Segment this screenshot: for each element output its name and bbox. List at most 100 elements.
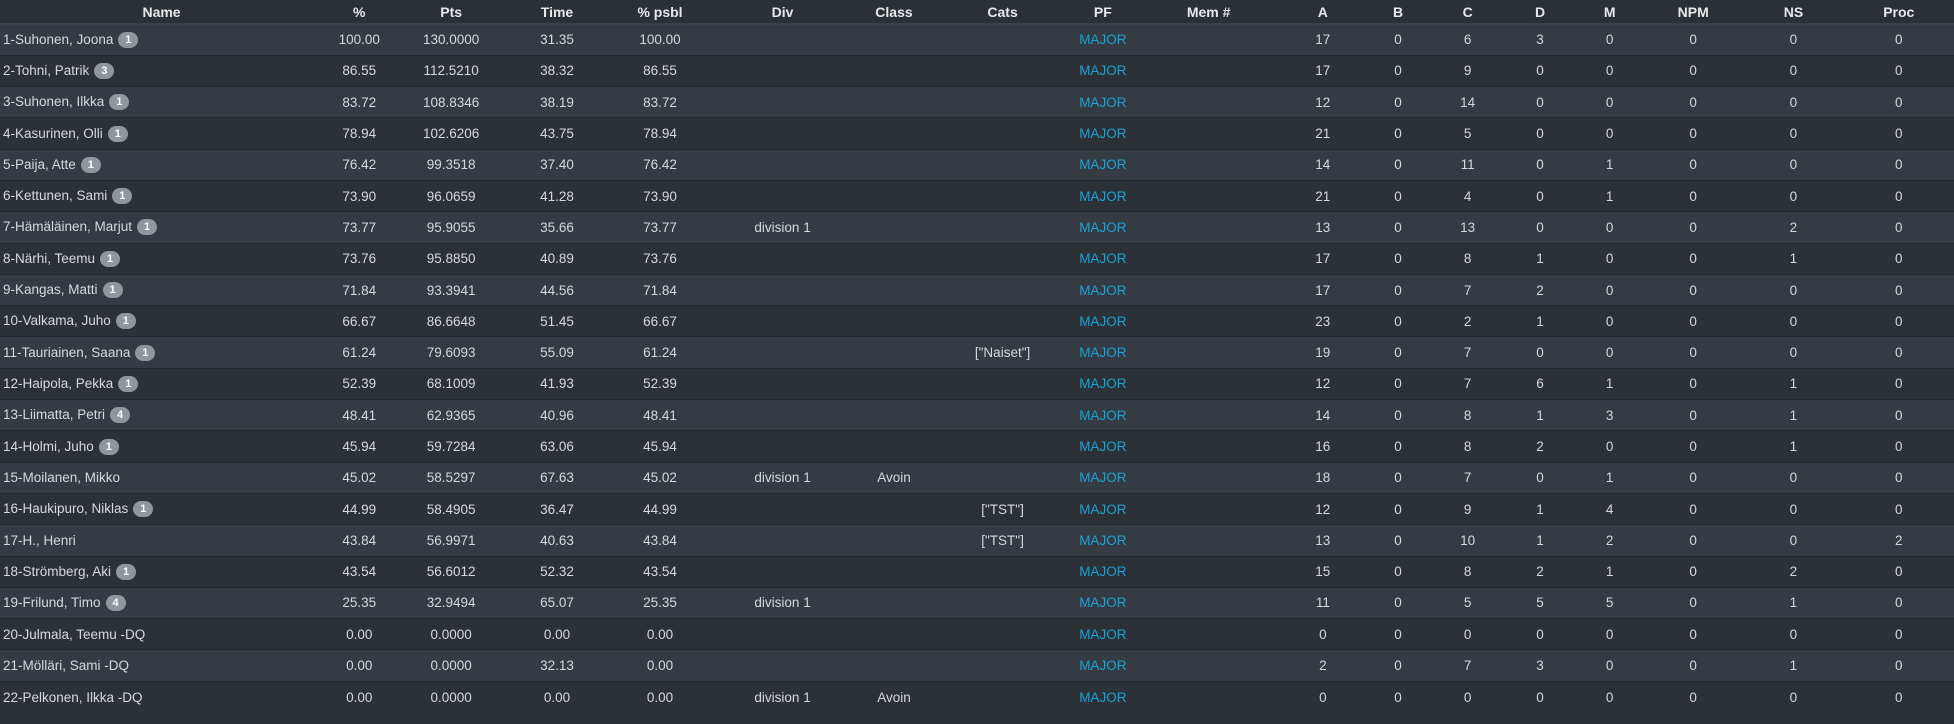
power-factor-link[interactable]: MAJOR <box>1069 524 1137 557</box>
points-cell: 96.0659 <box>395 179 507 212</box>
column-header-name[interactable]: Name <box>0 0 324 25</box>
competitor-name[interactable]: 21-Mölläri, Sami -DQ <box>3 658 129 673</box>
competitor-name[interactable]: 2-Tohni, Patrik <box>3 63 89 78</box>
class-cell <box>852 305 936 337</box>
table-row[interactable]: 1-Suhonen, Joona 1 100.00 130.0000 31.35 100.… <box>0 23 1954 56</box>
table-row[interactable]: 3-Suhonen, Ilkka 1 83.72 108.8346 38.19 83.72… <box>0 86 1954 118</box>
competitor-name[interactable]: 18-Strömberg, Aki <box>3 564 111 579</box>
competitor-name[interactable]: 20-Julmala, Teemu -DQ <box>3 627 145 642</box>
column-header-pf[interactable]: PF <box>1069 0 1137 25</box>
power-factor-link[interactable]: MAJOR <box>1069 273 1137 306</box>
count-badge: 1 <box>115 313 136 330</box>
column-header-a[interactable]: A <box>1281 0 1365 25</box>
column-header-m[interactable]: M <box>1576 0 1644 25</box>
competitor-name[interactable]: 15-Moilanen, Mikko <box>3 470 120 485</box>
class-cell <box>852 148 936 181</box>
power-factor-link[interactable]: MAJOR <box>1069 117 1137 150</box>
column-header-npm[interactable]: NPM <box>1643 0 1744 25</box>
categories-cell <box>935 461 1070 494</box>
column-header-ns[interactable]: NS <box>1743 0 1844 25</box>
competitor-name[interactable]: 3-Suhonen, Ilkka <box>3 94 104 109</box>
member-number-cell <box>1136 492 1282 525</box>
power-factor-link[interactable]: MAJOR <box>1069 618 1137 650</box>
table-row[interactable]: 2-Tohni, Patrik 3 86.55 112.5210 38.32 86.55 M… <box>0 54 1954 87</box>
power-factor-link[interactable]: MAJOR <box>1069 586 1137 619</box>
no-shoots-cell: 0 <box>1743 680 1844 713</box>
competitor-name[interactable]: 13-Liimatta, Petri <box>3 407 105 422</box>
table-row[interactable]: 12-Haipola, Pekka 1 52.39 68.1009 41.93 52.39… <box>0 367 1954 400</box>
table-row[interactable]: 13-Liimatta, Petri 4 48.41 62.9365 40.96 48.4… <box>0 399 1954 431</box>
power-factor-link[interactable]: MAJOR <box>1069 211 1137 244</box>
power-factor-link[interactable]: MAJOR <box>1069 399 1137 431</box>
column-header-time[interactable]: Time <box>506 0 608 25</box>
table-row[interactable]: 11-Tauriainen, Saana 1 61.24 79.6093 55.09 61… <box>0 336 1954 369</box>
power-factor-link[interactable]: MAJOR <box>1069 148 1137 181</box>
column-header-class[interactable]: Class <box>852 0 936 25</box>
column-header-[interactable]: % <box>323 0 396 25</box>
competitor-name[interactable]: 22-Pelkonen, Ilkka -DQ <box>3 690 143 705</box>
column-header-mem[interactable]: Mem # <box>1136 0 1282 25</box>
competitor-name[interactable]: 19-Frilund, Timo <box>3 595 101 610</box>
power-factor-link[interactable]: MAJOR <box>1069 23 1137 56</box>
competitor-name[interactable]: 7-Hämäläinen, Marjut <box>3 219 132 234</box>
competitor-name[interactable]: 8-Närhi, Teemu <box>3 251 95 266</box>
power-factor-link[interactable]: MAJOR <box>1069 336 1137 369</box>
competitor-name[interactable]: 16-Haukipuro, Niklas <box>3 501 128 516</box>
class-cell <box>852 430 936 463</box>
power-factor-link[interactable]: MAJOR <box>1069 305 1137 337</box>
power-factor-link[interactable]: MAJOR <box>1069 555 1137 588</box>
table-row[interactable]: 17-H., Henri 43.84 56.9971 40.63 43.84 ["TST"… <box>0 524 1954 557</box>
column-header-psbl[interactable]: % psbl <box>607 0 713 25</box>
competitor-name[interactable]: 10-Valkama, Juho <box>3 313 111 328</box>
percent-cell: 43.54 <box>323 555 396 588</box>
power-factor-link[interactable]: MAJOR <box>1069 367 1137 400</box>
competitor-name[interactable]: 9-Kangas, Matti <box>3 282 98 297</box>
table-row[interactable]: 21-Mölläri, Sami -DQ 0.00 0.0000 32.13 0.00 M… <box>0 649 1954 682</box>
power-factor-link[interactable]: MAJOR <box>1069 649 1137 682</box>
power-factor-link[interactable]: MAJOR <box>1069 680 1137 713</box>
table-row[interactable]: 6-Kettunen, Sami 1 73.90 96.0659 41.28 73.90 M… <box>0 179 1954 212</box>
competitor-name[interactable]: 1-Suhonen, Joona <box>3 32 113 47</box>
class-cell <box>852 618 936 650</box>
column-header-b[interactable]: B <box>1364 0 1432 25</box>
table-row[interactable]: 20-Julmala, Teemu -DQ 0.00 0.0000 0.00 0.00 M… <box>0 618 1954 650</box>
power-factor-link[interactable]: MAJOR <box>1069 86 1137 118</box>
table-row[interactable]: 22-Pelkonen, Ilkka -DQ 0.00 0.0000 0.00 0.00… <box>0 680 1954 713</box>
power-factor-link[interactable]: MAJOR <box>1069 179 1137 212</box>
table-row[interactable]: 7-Hämäläinen, Marjut 1 73.77 95.9055 35.66 73… <box>0 211 1954 244</box>
table-row[interactable]: 19-Frilund, Timo 4 25.35 32.9494 65.07 25.35 d… <box>0 586 1954 619</box>
column-header-div[interactable]: Div <box>712 0 853 25</box>
table-row[interactable]: 4-Kasurinen, Olli 1 78.94 102.6206 43.75 78.9… <box>0 117 1954 150</box>
table-row[interactable]: 10-Valkama, Juho 1 66.67 86.6648 51.45 66.67 M… <box>0 305 1954 337</box>
competitor-name[interactable]: 14-Holmi, Juho <box>3 439 94 454</box>
table-row[interactable]: 14-Holmi, Juho 1 45.94 59.7284 63.06 45.94 MAJ… <box>0 430 1954 463</box>
time-cell: 67.63 <box>506 461 608 494</box>
d-hits-cell: 2 <box>1503 430 1577 463</box>
b-hits-cell: 0 <box>1364 54 1432 87</box>
table-row[interactable]: 15-Moilanen, Mikko 45.02 58.5297 67.63 45.02… <box>0 461 1954 494</box>
competitor-name[interactable]: 12-Haipola, Pekka <box>3 376 113 391</box>
competitor-name[interactable]: 11-Tauriainen, Saana <box>3 345 130 360</box>
power-factor-link[interactable]: MAJOR <box>1069 242 1137 275</box>
column-header-pts[interactable]: Pts <box>395 0 507 25</box>
table-row[interactable]: 18-Strömberg, Aki 1 43.54 56.6012 52.32 43.54… <box>0 555 1954 588</box>
power-factor-link[interactable]: MAJOR <box>1069 54 1137 87</box>
table-row[interactable]: 16-Haukipuro, Niklas 1 44.99 58.4905 36.47 44… <box>0 492 1954 525</box>
table-row[interactable]: 5-Paija, Atte 1 76.42 99.3518 37.40 76.42 MAJO… <box>0 148 1954 181</box>
power-factor-link[interactable]: MAJOR <box>1069 492 1137 525</box>
competitor-name[interactable]: 5-Paija, Atte <box>3 157 76 172</box>
table-row[interactable]: 9-Kangas, Matti 1 71.84 93.3941 44.56 71.84 MA… <box>0 273 1954 306</box>
table-row[interactable]: 8-Närhi, Teemu 1 73.76 95.8850 40.89 73.76 MAJ… <box>0 242 1954 275</box>
column-header-c[interactable]: C <box>1431 0 1504 25</box>
competitor-cell: 2-Tohni, Patrik 3 <box>0 54 324 87</box>
column-header-cats[interactable]: Cats <box>935 0 1070 25</box>
column-header-d[interactable]: D <box>1503 0 1577 25</box>
no-shoots-cell: 2 <box>1743 555 1844 588</box>
b-hits-cell: 0 <box>1364 680 1432 713</box>
competitor-name[interactable]: 17-H., Henri <box>3 533 76 548</box>
power-factor-link[interactable]: MAJOR <box>1069 430 1137 463</box>
power-factor-link[interactable]: MAJOR <box>1069 461 1137 494</box>
competitor-name[interactable]: 6-Kettunen, Sami <box>3 188 107 203</box>
column-header-proc[interactable]: Proc <box>1843 0 1954 25</box>
competitor-name[interactable]: 4-Kasurinen, Olli <box>3 126 103 141</box>
